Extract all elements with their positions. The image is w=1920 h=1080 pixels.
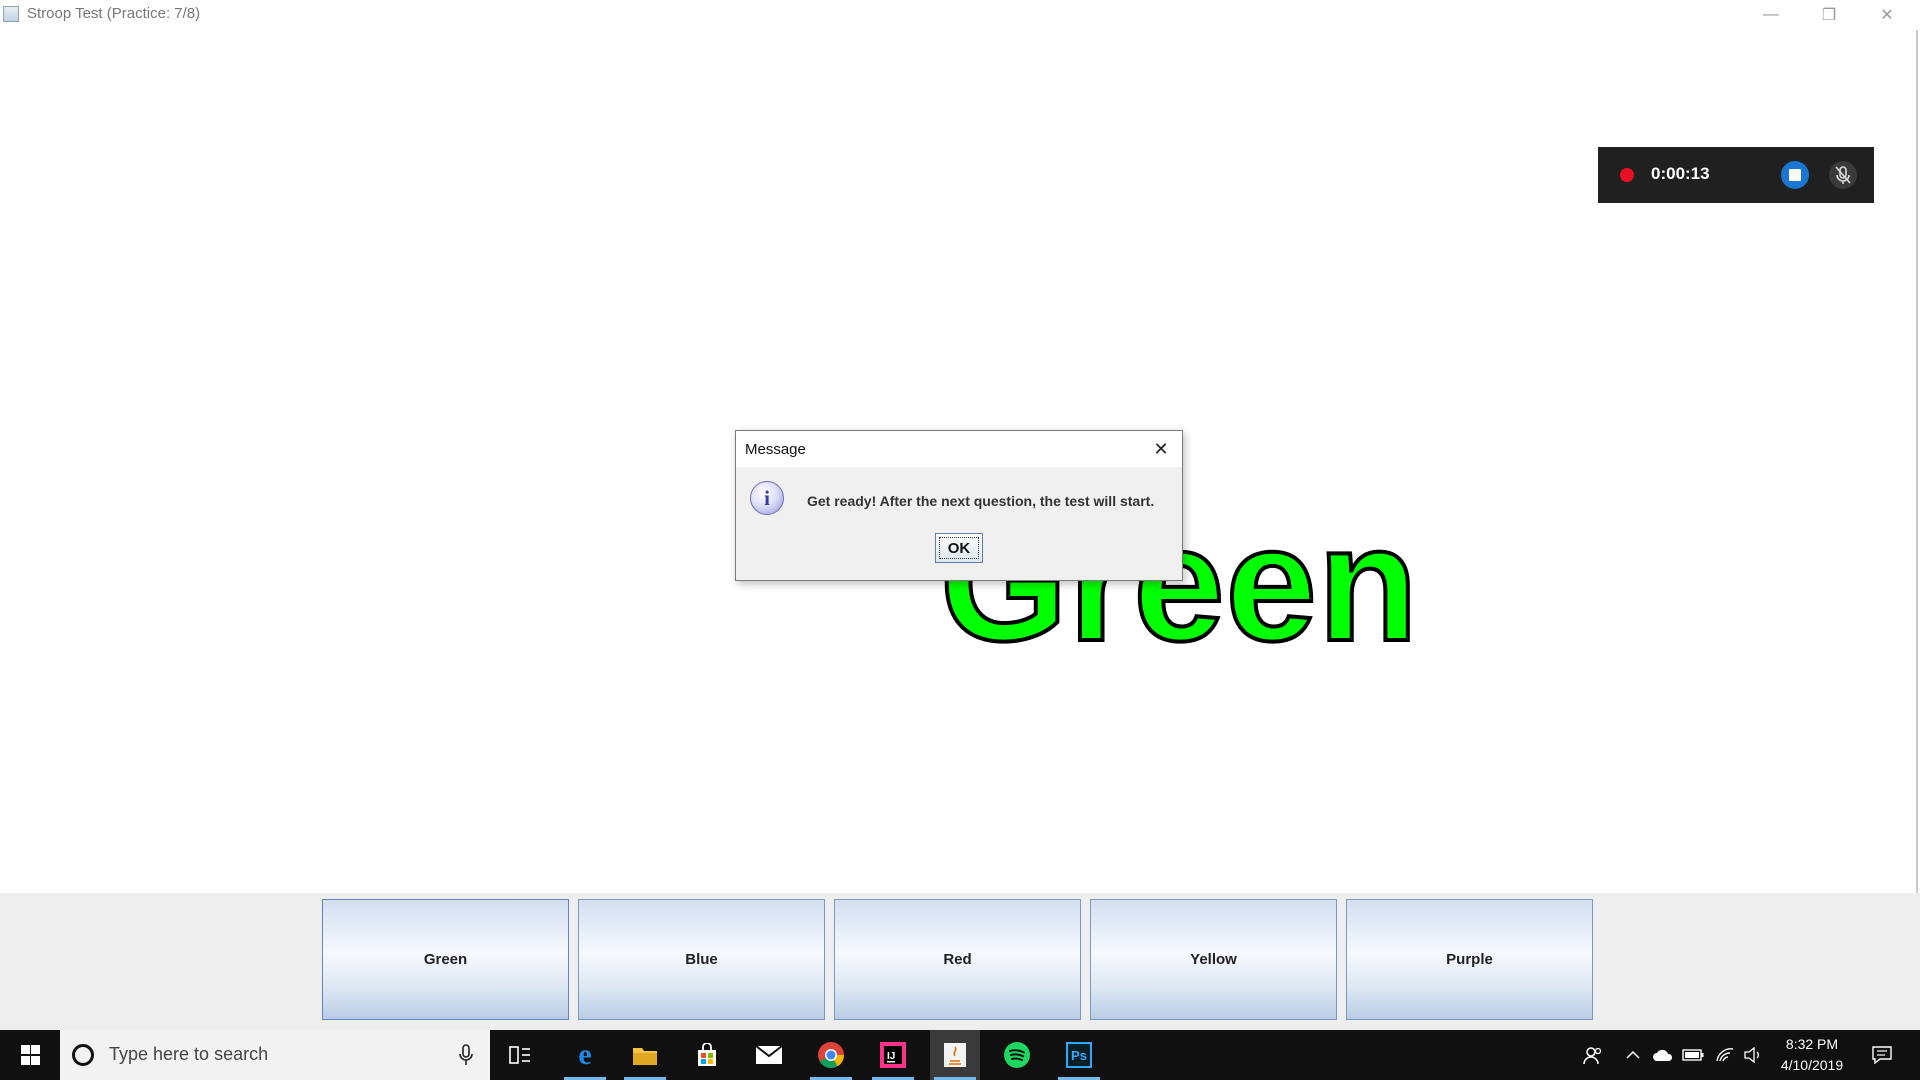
clock-date: 4/10/2019 — [1780, 1057, 1844, 1073]
cortana-icon — [72, 1044, 94, 1066]
edge-icon[interactable]: e — [560, 1030, 610, 1080]
windows-taskbar: Type here to search e IJ Ps 8:32 PM 4/10… — [0, 1030, 1920, 1080]
action-center-icon[interactable] — [1862, 1030, 1902, 1080]
file-explorer-icon[interactable] — [620, 1030, 670, 1080]
taskbar-search-box[interactable]: Type here to search — [60, 1030, 490, 1080]
dialog-close-button[interactable]: ✕ — [1149, 438, 1173, 460]
answer-blue-button[interactable]: Blue — [578, 899, 825, 1020]
answer-purple-button[interactable]: Purple — [1346, 899, 1593, 1020]
chrome-icon[interactable] — [806, 1030, 856, 1080]
photoshop-icon[interactable]: Ps — [1054, 1030, 1104, 1080]
mail-icon[interactable] — [744, 1030, 794, 1080]
dialog-titlebar[interactable]: Message ✕ — [736, 431, 1182, 467]
onedrive-cloud-icon[interactable] — [1650, 1030, 1676, 1080]
window-right-border — [1916, 30, 1918, 1030]
ok-button[interactable]: OK — [935, 533, 983, 563]
screen-recorder-widget: 0:00:13 — [1598, 147, 1874, 203]
restore-button[interactable]: ❐ — [1800, 0, 1858, 30]
window-titlebar[interactable]: Stroop Test (Practice: 7/8) — ❐ ✕ — [0, 0, 1920, 30]
dialog-message: Get ready! After the next question, the … — [807, 493, 1155, 509]
volume-icon[interactable] — [1740, 1030, 1766, 1080]
microphone-icon[interactable] — [456, 1042, 476, 1068]
photoshop-label: Ps — [1066, 1042, 1092, 1068]
clock-time: 8:32 PM — [1785, 1036, 1839, 1052]
window-title: Stroop Test (Practice: 7/8) — [27, 5, 201, 22]
answer-red-button[interactable]: Red — [834, 899, 1081, 1020]
task-view-icon[interactable] — [495, 1030, 545, 1080]
java-app-icon — [3, 6, 19, 22]
microphone-off-button[interactable] — [1829, 161, 1857, 189]
java-icon[interactable] — [930, 1030, 980, 1080]
show-hidden-icons-chevron-icon[interactable] — [1622, 1030, 1644, 1080]
taskbar-clock[interactable]: 8:32 PM 4/10/2019 — [1772, 1034, 1852, 1076]
spotify-icon[interactable] — [992, 1030, 1042, 1080]
information-icon: i — [750, 481, 784, 515]
search-placeholder: Type here to search — [109, 1044, 269, 1064]
start-button[interactable] — [0, 1030, 60, 1080]
stop-recording-button[interactable] — [1781, 161, 1809, 189]
minimize-button[interactable]: — — [1742, 0, 1800, 30]
wifi-icon[interactable] — [1712, 1030, 1738, 1080]
mic-muted-icon — [1835, 166, 1851, 184]
people-icon[interactable] — [1578, 1030, 1608, 1080]
recording-timer: 0:00:13 — [1651, 164, 1710, 183]
intellij-icon[interactable]: IJ — [868, 1030, 918, 1080]
battery-icon[interactable] — [1680, 1030, 1706, 1080]
answer-yellow-button[interactable]: Yellow — [1090, 899, 1337, 1020]
recording-dot-icon — [1620, 168, 1634, 182]
close-window-button[interactable]: ✕ — [1858, 0, 1916, 30]
store-icon[interactable] — [682, 1030, 732, 1080]
answer-green-button[interactable]: Green — [322, 899, 569, 1020]
windows-logo-icon — [20, 1044, 40, 1066]
svg-text:IJ: IJ — [887, 1051, 895, 1062]
dialog-title: Message — [745, 441, 806, 458]
message-dialog: Message ✕ i Get ready! After the next qu… — [735, 430, 1183, 581]
